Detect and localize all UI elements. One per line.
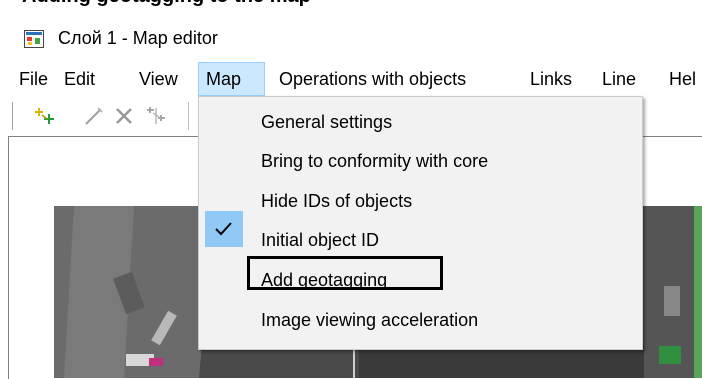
menu-help-partial[interactable]: Hel	[662, 62, 702, 96]
title-bar: Слой 1 - Map editor	[0, 8, 702, 54]
toolbar-grip[interactable]	[12, 102, 16, 130]
menu-item-initial-object-id[interactable]: Initial object ID	[261, 225, 379, 255]
menu-links[interactable]: Links	[523, 62, 579, 96]
menu-map[interactable]: Map	[198, 62, 265, 96]
toolbar-separator	[188, 102, 189, 130]
window-title: Слой 1 - Map editor	[58, 28, 218, 48]
menu-view[interactable]: View	[132, 62, 185, 96]
menu-item-add-geotagging[interactable]: Add geotagging	[261, 265, 387, 295]
checkmark-background	[205, 211, 243, 247]
map-menu-dropdown: General settings Bring to conformity wit…	[198, 96, 643, 350]
checkmark-icon	[215, 222, 232, 236]
menu-operations-with-objects[interactable]: Operations with objects	[272, 62, 473, 96]
menu-item-hide-ids[interactable]: Hide IDs of objects	[261, 186, 412, 216]
connect-points-icon[interactable]	[144, 104, 168, 128]
delete-icon[interactable]	[112, 104, 136, 128]
menu-item-bring-to-conformity[interactable]: Bring to conformity with core	[261, 146, 488, 176]
menu-bar: File Edit View Map Operations with objec…	[0, 62, 702, 96]
menu-file[interactable]: File	[12, 62, 55, 96]
draw-line-icon[interactable]	[82, 104, 106, 128]
menu-line[interactable]: Line	[595, 62, 643, 96]
clipped-heading: Adding geotagging to the map	[0, 0, 702, 8]
menu-item-image-viewing-acceleration[interactable]: Image viewing acceleration	[261, 305, 478, 335]
menu-item-general-settings[interactable]: General settings	[261, 107, 392, 137]
clipped-heading-text: Adding geotagging to the map	[22, 0, 311, 8]
add-point-icon[interactable]	[34, 104, 58, 128]
menu-edit[interactable]: Edit	[57, 62, 102, 96]
map-editor-app-icon	[24, 30, 44, 48]
